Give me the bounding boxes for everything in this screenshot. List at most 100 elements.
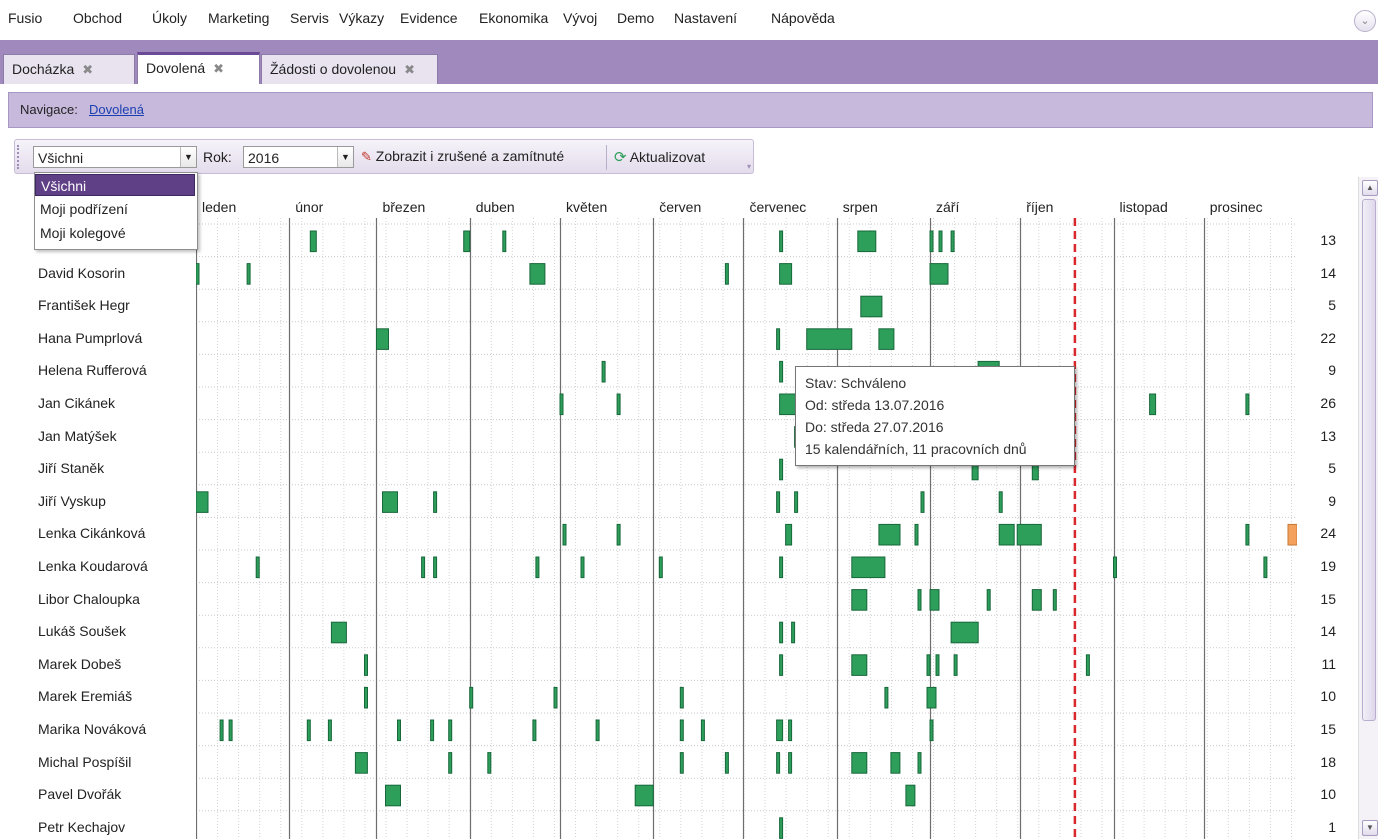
overflow-chevron-icon[interactable]: ▾ — [747, 162, 751, 171]
vacation-bar — [851, 654, 868, 676]
dropdown-arrow-icon[interactable]: ▼ — [337, 147, 353, 167]
vacation-calendar-grid[interactable] — [196, 218, 1297, 839]
chevron-down-icon[interactable]: ⌄ — [1354, 10, 1376, 32]
vacation-bar — [448, 752, 453, 774]
scroll-thumb[interactable] — [1362, 199, 1376, 721]
menu-item-9[interactable]: Demo — [617, 10, 654, 26]
employee-name[interactable]: Marika Nováková — [38, 721, 146, 737]
vacation-bar — [857, 230, 877, 253]
dropdown-option-1[interactable]: Moji podřízení — [35, 198, 195, 220]
vacation-bar — [905, 784, 916, 807]
vacation-bar — [433, 556, 438, 579]
people-filter-value: Všichni — [38, 150, 84, 166]
vacation-bar — [998, 523, 1015, 546]
employee-name[interactable]: Jan Matýšek — [38, 428, 117, 444]
tab-0[interactable]: Docházka ✖ — [3, 54, 135, 84]
vacation-bar — [884, 686, 889, 709]
vertical-scrollbar[interactable]: ▲ ▼ — [1358, 177, 1378, 839]
tooltip-status: Stav: Schváleno — [805, 375, 907, 391]
menu-item-10[interactable]: Nastavení — [674, 10, 737, 26]
tab-2[interactable]: Žádosti o dovolenou ✖ — [261, 54, 438, 84]
vacation-bar — [926, 654, 931, 676]
toolbar-grip-icon[interactable] — [17, 145, 22, 169]
close-icon[interactable]: ✖ — [404, 62, 415, 77]
vacation-bar — [890, 752, 901, 774]
employee-name[interactable]: Jiří Vyskup — [38, 493, 106, 509]
employee-name[interactable]: Lenka Cikánková — [38, 525, 145, 541]
year-combo[interactable]: 2016 ▼ — [243, 146, 354, 168]
vacation-bar — [430, 719, 435, 742]
vacation-day-count: 26 — [1320, 395, 1336, 411]
menu-item-3[interactable]: Marketing — [208, 10, 269, 26]
vacation-bar — [309, 230, 317, 253]
employee-name[interactable]: Marek Dobeš — [38, 656, 121, 672]
vacation-bar — [788, 719, 793, 742]
month-label-3: duben — [475, 199, 515, 215]
employee-name[interactable]: Lukáš Soušek — [38, 623, 126, 639]
employee-name[interactable]: Petr Kechajov — [38, 819, 125, 835]
dropdown-option-0[interactable]: Všichni — [35, 174, 195, 196]
vacation-day-count: 14 — [1320, 623, 1336, 640]
dropdown-arrow-icon[interactable]: ▼ — [180, 147, 196, 167]
menu-item-8[interactable]: Vývoj — [563, 10, 597, 26]
vacation-bar — [794, 491, 799, 513]
employee-name[interactable]: František Hegr — [38, 297, 130, 313]
vacation-bar — [306, 719, 311, 742]
vacation-bar — [421, 556, 426, 579]
vacation-bar — [448, 719, 453, 742]
vacation-bar — [779, 458, 784, 481]
employee-name[interactable]: Jan Cikánek — [38, 395, 115, 411]
vacation-bar — [806, 328, 853, 350]
show-cancelled-toggle[interactable]: ✎ Zobrazit i zrušené a zamítnuté — [361, 148, 564, 165]
close-icon[interactable]: ✖ — [213, 61, 224, 76]
employee-name[interactable]: Libor Chaloupka — [38, 591, 140, 607]
employee-name[interactable]: Pavel Dvořák — [38, 786, 121, 802]
tab-label: Docházka — [12, 61, 75, 77]
breadcrumb-link-dovolena[interactable]: Dovolená — [89, 102, 144, 117]
vacation-day-count: 15 — [1320, 590, 1336, 607]
vacation-bar — [878, 328, 895, 350]
tab-1[interactable]: Dovolená ✖ — [137, 52, 260, 84]
menu-item-0[interactable]: Fusio — [8, 10, 42, 26]
menu-item-1[interactable]: Obchod — [73, 10, 122, 26]
vacation-bar — [779, 263, 793, 285]
vacation-day-count: 5 — [1328, 460, 1336, 477]
vacation-bar — [1085, 654, 1090, 676]
month-label-1: únor — [295, 199, 324, 215]
vacation-bar — [1016, 523, 1042, 546]
menu-item-4[interactable]: Servis — [290, 10, 329, 26]
employee-name[interactable]: Jiří Staněk — [38, 460, 104, 476]
employee-name[interactable]: Helena Rufferová — [38, 362, 147, 378]
vacation-chart-svg[interactable] — [196, 218, 1297, 839]
toolbar-separator — [606, 145, 607, 170]
vacation-bar — [219, 719, 224, 742]
employee-name[interactable]: Hana Pumprlová — [38, 330, 142, 346]
tab-label: Žádosti o dovolenou — [270, 61, 397, 77]
vacation-bar — [679, 752, 684, 774]
vacation-bar — [779, 230, 784, 253]
menu-item-2[interactable]: Úkoly — [152, 10, 187, 26]
vacation-bar — [364, 654, 368, 676]
vacation-bar — [580, 556, 585, 579]
menu-item-11[interactable]: Nápověda — [771, 10, 835, 26]
refresh-button[interactable]: ⟳ Aktualizovat — [614, 148, 705, 166]
scroll-down-icon[interactable]: ▼ — [1362, 820, 1378, 836]
employee-name[interactable]: David Kosorin — [38, 265, 125, 281]
dropdown-option-2[interactable]: Moji kolegové — [35, 222, 195, 244]
menu-item-6[interactable]: Evidence — [400, 10, 458, 26]
close-icon[interactable]: ✖ — [82, 62, 93, 77]
employee-name[interactable]: Lenka Koudarová — [38, 558, 148, 574]
people-filter-combo[interactable]: Všichni ▼ — [33, 146, 197, 168]
vacation-bar — [502, 230, 507, 253]
vacation-bar — [776, 719, 784, 742]
menu-item-5[interactable]: Výkazy — [339, 10, 384, 26]
vacation-bar — [851, 556, 886, 579]
employee-name[interactable]: Michal Pospíšil — [38, 754, 131, 770]
employee-name[interactable]: Marek Eremiáš — [38, 688, 132, 704]
scroll-up-icon[interactable]: ▲ — [1362, 180, 1378, 196]
vacation-bar — [196, 263, 200, 285]
refresh-label: Aktualizovat — [629, 149, 706, 165]
menu-item-7[interactable]: Ekonomika — [479, 10, 548, 26]
tooltip-from: Od: středa 13.07.2016 — [805, 397, 945, 413]
vacation-bar — [196, 491, 209, 513]
